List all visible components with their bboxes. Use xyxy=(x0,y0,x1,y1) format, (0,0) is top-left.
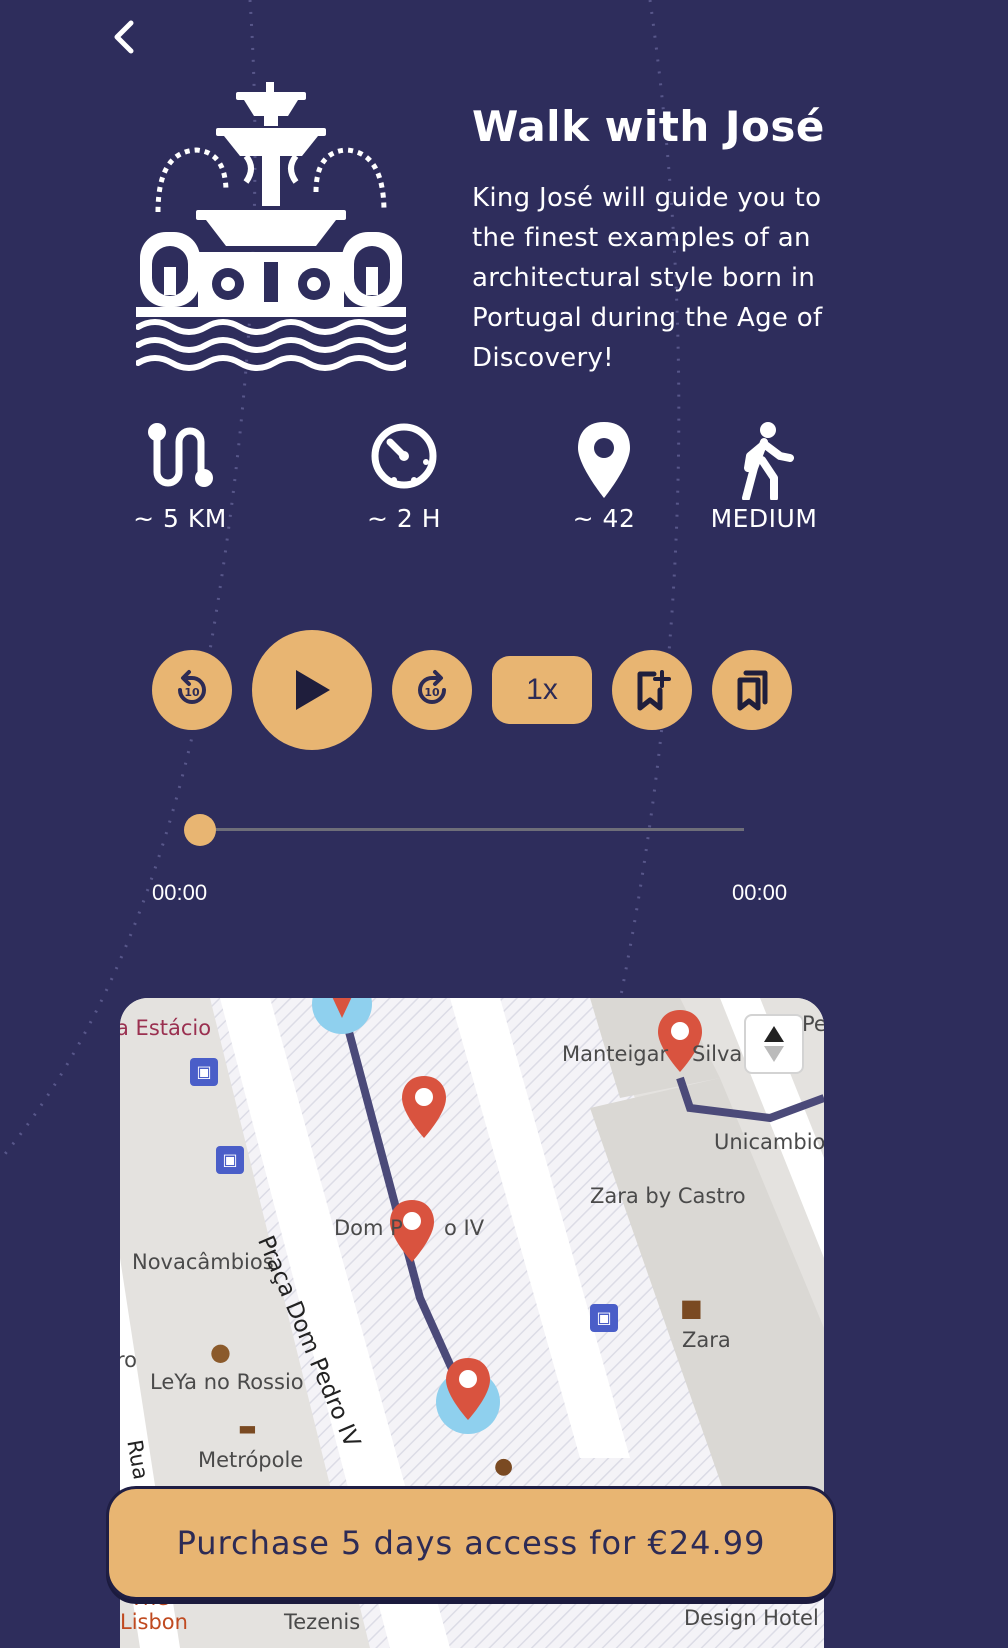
progress-slider-handle[interactable] xyxy=(184,814,216,846)
map-label-unicambio: Unicambio xyxy=(714,1130,824,1154)
bookmarks-icon xyxy=(737,670,768,711)
map-marker[interactable] xyxy=(400,1074,448,1140)
map-label-novacambios: Novacâmbios xyxy=(132,1250,274,1274)
map-label-zara: Zara xyxy=(682,1328,731,1352)
compass-icon xyxy=(764,1026,784,1062)
bus-stop-icon: ▣ xyxy=(190,1058,218,1086)
speed-label: 1x xyxy=(526,673,558,706)
bus-stop-icon: ▣ xyxy=(216,1146,244,1174)
forward-10-button[interactable]: 10 xyxy=(392,650,472,730)
clothing-shop-icon: ■ xyxy=(680,1294,703,1322)
map-label-ro: ro xyxy=(120,1348,138,1372)
map-label-metropole: Metrópole xyxy=(198,1448,304,1472)
timer-icon xyxy=(371,423,437,489)
stat-duration: ~ 2 H xyxy=(314,420,494,533)
fountain-logo xyxy=(136,82,406,371)
bookmarks-button[interactable] xyxy=(712,650,792,730)
map-label-silva: Silva xyxy=(692,1042,743,1066)
stat-distance: ~ 5 KM xyxy=(90,420,270,533)
purchase-label: Purchase 5 days access for €24.99 xyxy=(176,1524,766,1562)
compass-button[interactable] xyxy=(744,1014,804,1074)
back-button[interactable] xyxy=(100,14,146,60)
map-label-design-hotel: Design Hotel xyxy=(684,1606,819,1630)
rewind-10-button[interactable]: 10 xyxy=(152,650,232,730)
hotel-icon: ▬ xyxy=(238,1416,257,1440)
map-label-manteigaria: Manteigar xyxy=(562,1042,669,1066)
chevron-left-icon xyxy=(114,20,134,54)
map-label-estacio: a Estácio xyxy=(120,1016,212,1040)
forward-10-icon: 10 xyxy=(418,670,446,704)
tour-title: Walk with José xyxy=(472,102,825,151)
stat-stops: ~ 42 xyxy=(514,420,694,533)
tour-description: King José will guide you to the finest e… xyxy=(472,183,823,373)
map-label-dom-pedro-part2: o IV xyxy=(444,1216,485,1240)
route-icon xyxy=(148,423,213,487)
play-button[interactable] xyxy=(252,630,372,750)
progress-track[interactable] xyxy=(198,828,744,831)
stat-difficulty: MEDIUM xyxy=(674,420,854,533)
current-time: 00:00 xyxy=(152,880,208,905)
map-label-leya-no-rossio: LeYa no Rossio xyxy=(150,1370,304,1394)
map-marker[interactable] xyxy=(318,998,366,1028)
rewind-seconds-label: 10 xyxy=(184,686,200,699)
purchase-button[interactable]: Purchase 5 days access for €24.99 xyxy=(106,1486,836,1600)
shopping-bag-icon: ● xyxy=(210,1338,231,1366)
total-time: 00:00 xyxy=(732,880,788,905)
map-label-pe: Pe xyxy=(802,1012,824,1036)
bookmark-add-icon xyxy=(637,670,671,711)
play-icon xyxy=(296,670,330,710)
rewind-10-icon: 10 xyxy=(178,670,206,704)
location-pin-icon xyxy=(578,422,630,498)
speed-button[interactable]: 1x xyxy=(492,656,592,724)
stat-stops-label: ~ 42 xyxy=(572,504,636,533)
stat-difficulty-label: MEDIUM xyxy=(710,504,818,533)
map-label-tezenis: Tezenis xyxy=(284,1610,361,1634)
map-label-zara-by-castro: Zara by Castro xyxy=(590,1184,746,1208)
stat-distance-label: ~ 5 KM xyxy=(133,504,227,533)
bus-stop-icon: ▣ xyxy=(590,1304,618,1332)
stat-duration-label: ~ 2 H xyxy=(366,504,442,533)
map-label-dom-pedro-part1: Dom P xyxy=(334,1216,403,1240)
add-bookmark-button[interactable] xyxy=(612,650,692,730)
map-label-lisbon: Lisbon xyxy=(120,1610,188,1634)
map-marker[interactable] xyxy=(444,1356,492,1422)
walking-person-icon xyxy=(742,422,794,500)
forward-seconds-label: 10 xyxy=(424,686,440,699)
shopping-bag-icon: ● xyxy=(494,1454,514,1479)
